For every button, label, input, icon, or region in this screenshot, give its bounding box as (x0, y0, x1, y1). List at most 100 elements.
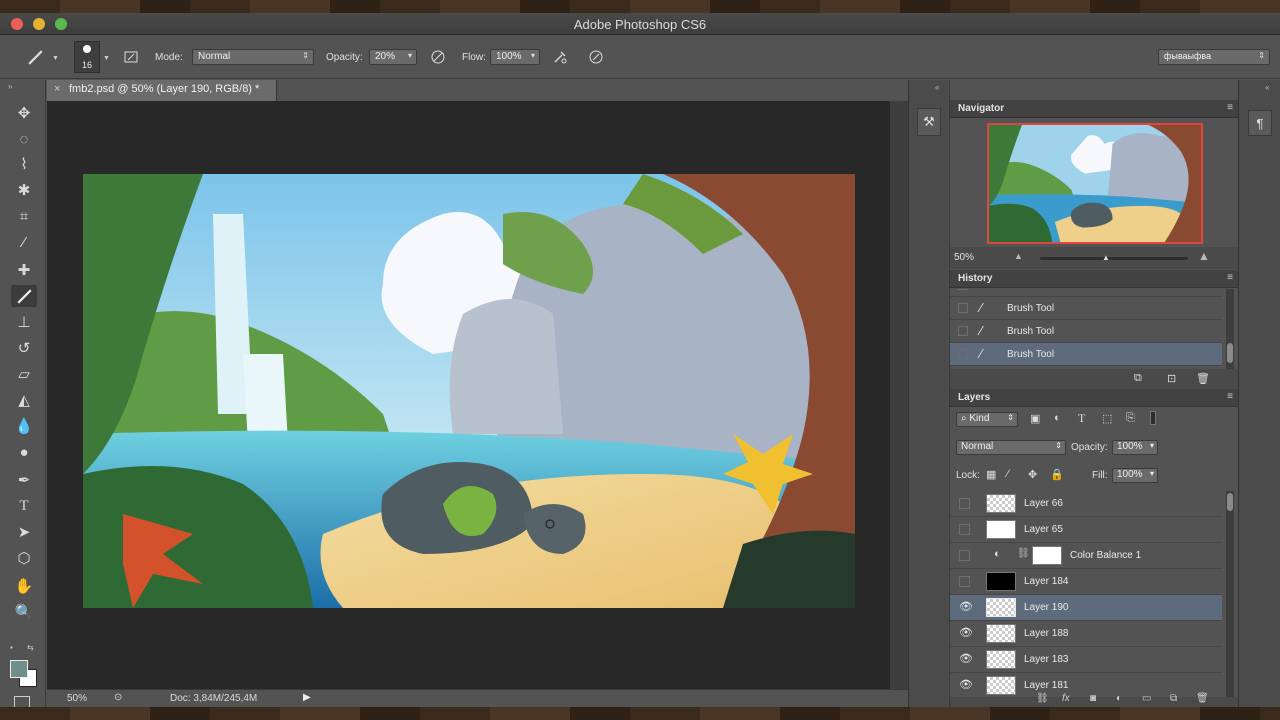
history-item-selected[interactable]: ⁄ Brush Tool (950, 343, 1222, 366)
healing-brush-tool-icon[interactable]: ✚ (11, 259, 37, 281)
lock-position-icon[interactable]: ✥ (1028, 468, 1037, 481)
crop-tool-icon[interactable]: ⌗ (11, 205, 37, 227)
navigator-preview[interactable] (987, 123, 1203, 244)
blur-tool-icon[interactable]: 💧 (11, 415, 37, 437)
new-snapshot-icon[interactable]: ⊡ (1167, 372, 1176, 385)
clone-stamp-tool-icon[interactable]: ⊥ (11, 311, 37, 333)
lock-all-icon[interactable]: 🔒 (1050, 468, 1064, 481)
layer-filter-dropdown[interactable]: ⌕ Kind ⇕ (956, 412, 1018, 427)
eye-icon[interactable]: 👁 (959, 654, 973, 665)
eraser-tool-icon[interactable]: ▱ (11, 363, 37, 385)
brush-preset-icon[interactable] (24, 46, 46, 68)
navigator-zoom-value[interactable]: 50% (954, 252, 974, 263)
zoom-tool-icon[interactable]: 🔍 (11, 601, 37, 623)
history-scrollbar[interactable] (1226, 289, 1234, 369)
layer-style-icon[interactable]: fx (1062, 693, 1070, 704)
panel-menu-icon[interactable]: ≡ (1227, 102, 1233, 113)
filter-shape-icon[interactable]: ⬚ (1102, 412, 1112, 425)
default-colors-icon[interactable]: ▪ (10, 643, 13, 652)
path-selection-tool-icon[interactable]: ➤ (11, 521, 37, 543)
dodge-tool-icon[interactable]: ● (11, 441, 37, 463)
brush-panel-toggle-icon[interactable] (120, 46, 142, 68)
shape-tool-icon[interactable]: ⬡ (11, 547, 37, 569)
close-document-icon[interactable]: × (54, 83, 60, 95)
filter-toggle-icon[interactable] (1150, 411, 1156, 425)
foreground-color-swatch[interactable] (10, 660, 28, 678)
lock-image-icon[interactable]: ⁄ (1007, 468, 1009, 480)
filter-adjustment-icon[interactable]: ◐ (1054, 412, 1061, 424)
layer-row[interactable]: ◐ ⛓ Color Balance 1 (950, 543, 1222, 569)
visibility-toggle[interactable] (959, 524, 970, 535)
navigator-zoom-slider[interactable]: ▲ (1040, 253, 1188, 262)
blend-mode-dropdown[interactable]: Normal ⇕ (956, 440, 1066, 455)
history-snapshot-checkbox[interactable] (958, 326, 968, 336)
scrollbar-thumb[interactable] (1227, 493, 1233, 511)
type-tool-icon[interactable]: T (11, 495, 37, 517)
document-canvas-area[interactable] (47, 101, 890, 689)
status-zoom[interactable]: 50% (67, 693, 87, 704)
document-vertical-scrollbar[interactable] (890, 101, 908, 689)
history-item[interactable]: ⁄ Brush Tool (950, 289, 1222, 297)
link-layers-icon[interactable]: ⛓ (1036, 693, 1049, 704)
expand-dock-icon[interactable]: « (935, 83, 939, 92)
paint-bucket-tool-icon[interactable]: ◭ (11, 389, 37, 411)
history-item[interactable]: ⁄ Brush Tool (950, 320, 1222, 343)
link-icon[interactable]: ⛓ (1017, 548, 1030, 559)
hand-tool-icon[interactable]: ✋ (11, 575, 37, 597)
layer-row[interactable]: Layer 184 (950, 569, 1222, 595)
delete-layer-icon[interactable]: 🗑 (1196, 693, 1209, 704)
history-brush-tool-icon[interactable]: ↺ (11, 337, 37, 359)
status-menu-arrow-icon[interactable]: ▶ (303, 692, 311, 703)
layer-opacity-field[interactable]: 100% ▾ (1112, 440, 1158, 455)
airbrush-icon[interactable] (549, 46, 571, 68)
document-tab[interactable]: × fmb2.psd @ 50% (Layer 190, RGB/8) * (47, 80, 277, 101)
slider-handle-icon[interactable]: ▲ (1102, 253, 1110, 262)
zoom-in-icon[interactable]: ▲ (1198, 249, 1210, 263)
layer-row[interactable]: 👁 Layer 181 (950, 673, 1222, 697)
visibility-toggle[interactable] (959, 498, 970, 509)
layer-row[interactable]: 👁 Layer 188 (950, 621, 1222, 647)
zoom-out-icon[interactable]: ▲ (1014, 251, 1023, 261)
history-snapshot-checkbox[interactable] (958, 289, 968, 290)
flow-field[interactable]: 100% ▾ (490, 49, 540, 65)
quick-mask-icon[interactable] (14, 696, 30, 707)
brush-size-picker[interactable]: 16 (74, 41, 100, 73)
lock-transparent-icon[interactable]: ▦ (986, 468, 996, 481)
filter-type-icon[interactable]: T (1078, 411, 1085, 426)
pressure-opacity-icon[interactable] (427, 46, 449, 68)
expand-dock-icon[interactable]: « (1265, 83, 1269, 92)
move-tool-icon[interactable]: ✥ (11, 102, 37, 124)
eye-icon[interactable]: 👁 (959, 628, 973, 639)
eyedropper-tool-icon[interactable]: ⁄ (11, 231, 37, 253)
quick-selection-tool-icon[interactable]: ✱ (11, 179, 37, 201)
layer-row[interactable]: 👁 Layer 183 (950, 647, 1222, 673)
history-item[interactable]: ⁄ Brush Tool (950, 297, 1222, 320)
brush-size-arrow-icon[interactable]: ▼ (103, 55, 110, 62)
pen-tool-icon[interactable]: ✒ (11, 469, 37, 491)
eye-icon[interactable]: 👁 (959, 680, 973, 691)
mode-dropdown[interactable]: Normal ⇕ (192, 49, 314, 65)
scrollbar-thumb[interactable] (1227, 343, 1233, 363)
panel-menu-icon[interactable]: ≡ (1227, 272, 1233, 283)
visibility-toggle[interactable] (959, 550, 970, 561)
artwork-canvas[interactable] (83, 174, 855, 608)
new-document-from-state-icon[interactable]: ⧉ (1134, 372, 1142, 385)
pressure-size-icon[interactable] (585, 46, 607, 68)
brush-tool-icon[interactable] (11, 285, 37, 307)
layer-row-selected[interactable]: 👁 Layer 190 (950, 595, 1222, 621)
history-snapshot-checkbox[interactable] (958, 349, 968, 359)
fill-field[interactable]: 100% ▾ (1112, 468, 1158, 483)
layers-scrollbar[interactable] (1226, 491, 1234, 697)
new-group-icon[interactable]: ▭ (1142, 693, 1151, 704)
eye-icon[interactable]: 👁 (959, 602, 973, 613)
filter-pixel-icon[interactable]: ▣ (1030, 412, 1040, 425)
history-panel-header[interactable]: History ≡ (950, 270, 1239, 288)
paragraph-panel-icon[interactable]: ¶ (1248, 110, 1272, 136)
status-info-icon[interactable]: ⊙ (114, 692, 122, 703)
filter-smart-object-icon[interactable]: ⎘ (1126, 412, 1135, 425)
panel-menu-icon[interactable]: ≡ (1227, 391, 1233, 402)
opacity-field[interactable]: 20% ▾ (369, 49, 417, 65)
layer-row[interactable]: Layer 65 (950, 517, 1222, 543)
navigator-panel-header[interactable]: Navigator ≡ (950, 100, 1239, 118)
delete-state-icon[interactable]: 🗑 (1196, 372, 1210, 385)
